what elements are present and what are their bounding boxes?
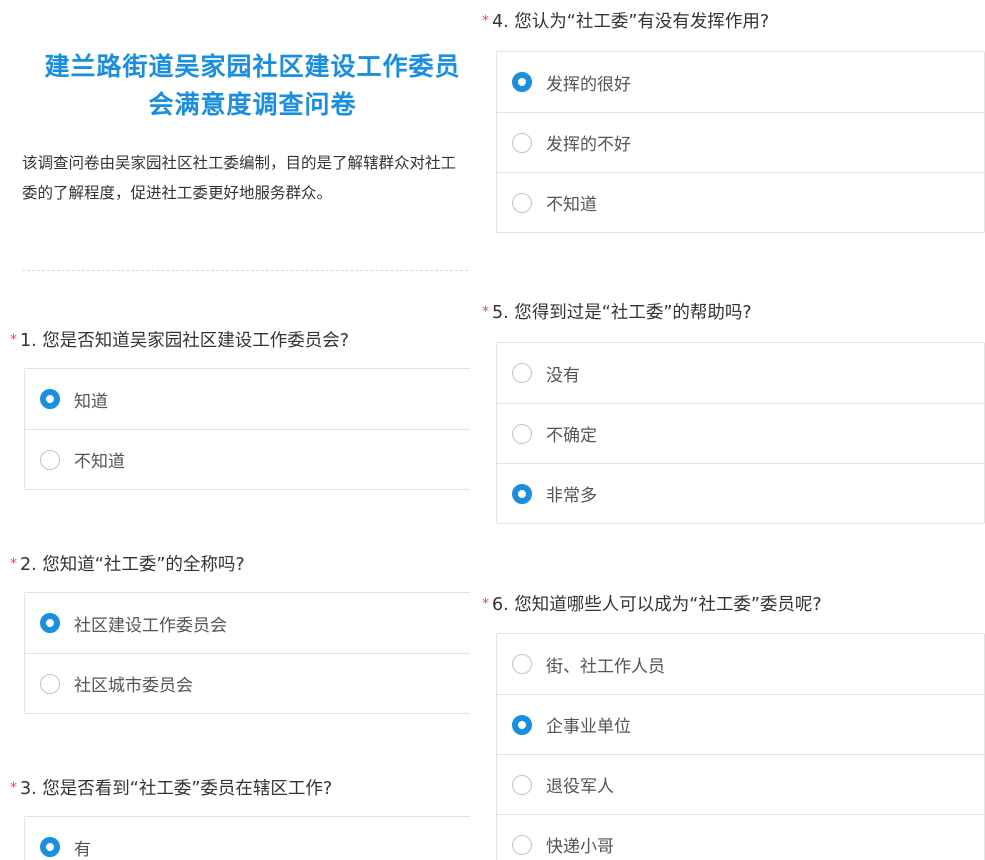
- survey-title-line-2: 会满意度调查问卷: [148, 90, 357, 119]
- survey-title: 建兰路街道吴家园社区建设工作委员 会满意度调查问卷: [30, 48, 470, 124]
- q5-option-3[interactable]: 非常多: [497, 463, 984, 523]
- left-column: 建兰路街道吴家园社区建设工作委员 会满意度调查问卷 该调查问卷由吴家园社区社工委…: [0, 0, 470, 860]
- right-column: * 4. 您认为“社工委”有没有发挥作用? 发挥的很好 发挥的不好 不知道 * 5.…: [476, 0, 985, 860]
- required-mark: *: [482, 596, 489, 612]
- radio-unselected-icon[interactable]: [512, 654, 532, 674]
- radio-unselected-icon[interactable]: [512, 192, 532, 213]
- q2-option-2[interactable]: 社区城市委员会: [25, 653, 470, 713]
- question-3-text: 3. 您是否看到“社工委”委员在辖区工作?: [20, 779, 333, 799]
- question-1-options: 知道 不知道: [24, 368, 470, 490]
- radio-unselected-icon[interactable]: [512, 423, 532, 444]
- radio-selected-icon[interactable]: [40, 837, 60, 857]
- question-5: * 5. 您得到过是“社工委”的帮助吗?: [482, 299, 752, 324]
- question-2-options: 社区建设工作委员会 社区城市委员会: [24, 592, 470, 714]
- question-4: * 4. 您认为“社工委”有没有发挥作用?: [482, 8, 769, 33]
- option-label: 不知道: [546, 195, 597, 215]
- question-6: * 6. 您知道哪些人可以成为“社工委”委员呢?: [482, 591, 822, 616]
- required-mark: *: [10, 332, 17, 348]
- q4-option-2[interactable]: 发挥的不好: [497, 112, 984, 172]
- option-label: 没有: [546, 365, 580, 386]
- question-2-text: 2. 您知道“社工委”的全称吗?: [20, 555, 245, 575]
- option-label: 快递小哥: [546, 837, 614, 857]
- radio-unselected-icon[interactable]: [512, 132, 532, 153]
- radio-selected-icon[interactable]: [40, 389, 60, 409]
- q6-option-1[interactable]: 街、社工作人员: [497, 634, 984, 694]
- radio-unselected-icon[interactable]: [40, 449, 60, 470]
- required-mark: *: [10, 556, 17, 572]
- question-3: * 3. 您是否看到“社工委”委员在辖区工作?: [10, 775, 332, 800]
- question-1: * 1. 您是否知道吴家园社区建设工作委员会?: [10, 327, 349, 352]
- radio-unselected-icon[interactable]: [512, 363, 532, 383]
- q5-option-2[interactable]: 不确定: [497, 403, 984, 463]
- question-2: * 2. 您知道“社工委”的全称吗?: [10, 551, 245, 576]
- radio-selected-icon[interactable]: [512, 483, 532, 504]
- radio-unselected-icon[interactable]: [512, 834, 532, 855]
- q6-option-4[interactable]: 快递小哥: [497, 814, 984, 860]
- radio-unselected-icon[interactable]: [40, 673, 60, 694]
- option-label: 知道: [74, 391, 108, 412]
- q6-option-3[interactable]: 退役军人: [497, 754, 984, 814]
- option-label: 非常多: [546, 486, 597, 506]
- divider: [22, 270, 468, 271]
- question-1-text: 1. 您是否知道吴家园社区建设工作委员会?: [20, 331, 350, 351]
- option-label: 企事业单位: [546, 717, 631, 737]
- question-4-text: 4. 您认为“社工委”有没有发挥作用?: [492, 12, 770, 32]
- radio-selected-icon[interactable]: [512, 72, 532, 92]
- q4-option-1[interactable]: 发挥的很好: [497, 52, 984, 112]
- radio-selected-icon[interactable]: [40, 613, 60, 633]
- option-label: 街、社工作人员: [546, 656, 665, 677]
- survey-title-line-1: 建兰路街道吴家园社区建设工作委员: [44, 52, 461, 81]
- survey-description: 该调查问卷由吴家园社区社工委编制，目的是了解辖群众对社工委的了解程度，促进社工委…: [22, 154, 457, 202]
- q3-option-1[interactable]: 有: [25, 817, 470, 860]
- q4-option-3[interactable]: 不知道: [497, 172, 984, 232]
- required-mark: *: [10, 780, 17, 796]
- question-5-text: 5. 您得到过是“社工委”的帮助吗?: [492, 303, 752, 323]
- question-6-options: 街、社工作人员 企事业单位 退役军人 快递小哥: [496, 633, 985, 860]
- q1-option-2[interactable]: 不知道: [25, 429, 470, 489]
- option-label: 退役军人: [546, 777, 614, 797]
- option-label: 社区建设工作委员会: [74, 615, 227, 636]
- option-label: 不知道: [74, 452, 125, 472]
- q5-option-1[interactable]: 没有: [497, 343, 984, 403]
- option-label: 有: [74, 839, 91, 860]
- required-mark: *: [482, 304, 489, 320]
- question-3-options: 有: [24, 816, 470, 860]
- question-5-options: 没有 不确定 非常多: [496, 342, 985, 524]
- question-6-text: 6. 您知道哪些人可以成为“社工委”委员呢?: [492, 595, 822, 615]
- q1-option-1[interactable]: 知道: [25, 369, 470, 429]
- required-mark: *: [482, 13, 489, 29]
- q2-option-1[interactable]: 社区建设工作委员会: [25, 593, 470, 653]
- radio-unselected-icon[interactable]: [512, 774, 532, 795]
- option-label: 社区城市委员会: [74, 676, 193, 696]
- question-4-options: 发挥的很好 发挥的不好 不知道: [496, 51, 985, 233]
- option-label: 发挥的很好: [546, 74, 631, 95]
- q6-option-2[interactable]: 企事业单位: [497, 694, 984, 754]
- option-label: 发挥的不好: [546, 135, 631, 155]
- option-label: 不确定: [546, 426, 597, 446]
- radio-selected-icon[interactable]: [512, 714, 532, 735]
